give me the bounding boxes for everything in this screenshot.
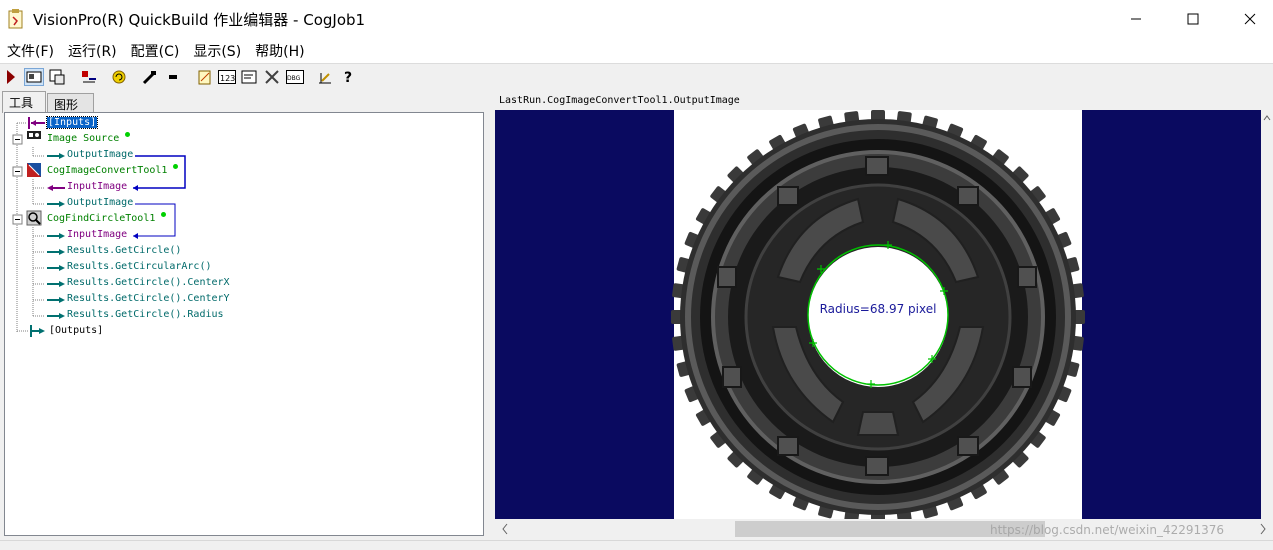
menu-config[interactable]: 配置(C) xyxy=(124,41,187,61)
help-button[interactable]: ? xyxy=(340,68,358,86)
menu-help[interactable]: 帮助(H) xyxy=(248,41,311,61)
display-button[interactable] xyxy=(240,68,258,86)
title-bar: VisionPro(R) QuickBuild 作业编辑器 - CogJob1 xyxy=(0,0,1273,38)
find-circle-status-icon xyxy=(161,212,166,217)
refresh-icon xyxy=(112,70,126,84)
tree-find-circle-input[interactable]: InputImage xyxy=(67,227,127,243)
scroll-right-icon xyxy=(1260,523,1266,535)
result-label: Results.GetCircle().Radius xyxy=(67,309,224,320)
inputs-label: [Inputs] xyxy=(45,116,99,129)
watermark-text: https://blog.csdn.net/weixin_42291376 xyxy=(990,523,1225,537)
add-input-button[interactable] xyxy=(80,68,98,86)
result-label: Results.GetCircle().CenterX xyxy=(67,277,230,288)
menu-file[interactable]: 文件(F) xyxy=(0,41,61,61)
measure-button[interactable] xyxy=(316,68,334,86)
help-icon: ? xyxy=(344,70,352,85)
run-icon xyxy=(7,70,15,84)
image-display[interactable]: Radius=68.97 pixel xyxy=(495,110,1261,519)
maximize-button[interactable] xyxy=(1170,0,1216,38)
number-icon: 123 xyxy=(218,70,236,84)
svg-text:?: ? xyxy=(344,70,352,85)
tree-result-get-circle[interactable]: Results.GetCircle() xyxy=(67,243,181,259)
tree-outputs[interactable]: [Outputs] xyxy=(49,323,103,339)
tree-image-source-output[interactable]: OutputImage xyxy=(67,147,133,163)
convert-tool-icon xyxy=(27,163,41,177)
image-source-icon xyxy=(27,131,41,139)
tree-convert-input[interactable]: InputImage xyxy=(67,179,127,195)
tree-convert-output[interactable]: OutputImage xyxy=(67,195,133,211)
window-title: VisionPro(R) QuickBuild 作业编辑器 - CogJob1 xyxy=(33,11,366,29)
small-tool-icon xyxy=(169,75,177,79)
image-view-header: LastRun.CogImageConvertTool1.OutputImage xyxy=(496,93,1273,109)
tree-result-center-y[interactable]: Results.GetCircle().CenterY xyxy=(67,291,230,307)
maximize-icon xyxy=(1187,13,1199,25)
image-view-icon xyxy=(26,71,42,83)
tree-image-source[interactable]: Image Source xyxy=(47,131,119,147)
tree-result-center-x[interactable]: Results.GetCircle().CenterX xyxy=(67,275,230,291)
minimize-button[interactable] xyxy=(1113,0,1159,38)
run-button[interactable] xyxy=(2,68,20,86)
find-circle-tool-label: CogFindCircleTool1 xyxy=(47,213,156,224)
add-input-icon xyxy=(82,71,96,83)
debug-button[interactable]: DBG xyxy=(286,68,304,86)
tab-graphics[interactable]: 图形 xyxy=(47,93,94,112)
measure-icon xyxy=(319,73,331,84)
close-icon xyxy=(1244,13,1256,25)
menu-view[interactable]: 显示(S) xyxy=(186,41,248,61)
display-icon xyxy=(241,70,257,84)
tree-result-get-circular-arc[interactable]: Results.GetCircularArc() xyxy=(67,259,212,275)
menu-bar: 文件(F) 运行(R) 配置(C) 显示(S) 帮助(H) xyxy=(0,38,1273,63)
convert-tool-label: CogImageConvertTool1 xyxy=(47,165,168,176)
image-source-output-label: OutputImage xyxy=(67,149,134,160)
app-icon xyxy=(8,9,23,29)
tool-button[interactable] xyxy=(140,68,158,86)
edit-button[interactable] xyxy=(196,68,214,86)
tree-find-circle-tool[interactable]: CogFindCircleTool1 xyxy=(47,211,155,227)
tab-tools[interactable]: 工具 xyxy=(2,91,46,113)
svg-text:DBG: DBG xyxy=(287,75,301,82)
circle-overlay: Radius=68.97 pixel xyxy=(807,241,949,388)
convert-output-label: OutputImage xyxy=(67,197,134,208)
tool-tree: [Inputs] Image Source OutputImage CogIma… xyxy=(4,112,484,536)
find-circle-input-label: InputImage xyxy=(67,229,128,240)
number-button[interactable]: 123 xyxy=(217,68,237,86)
save-button[interactable] xyxy=(48,68,66,86)
edit-icon xyxy=(198,70,211,85)
radius-label: Radius=68.97 pixel xyxy=(820,302,937,316)
menu-run[interactable]: 运行(R) xyxy=(61,41,124,61)
tree-inputs[interactable]: [Inputs] xyxy=(45,115,99,131)
convert-tool-status-icon xyxy=(173,164,178,169)
close-button[interactable] xyxy=(1227,0,1273,38)
vertical-scrollbar[interactable] xyxy=(1261,110,1273,519)
scroll-left-icon xyxy=(502,523,508,535)
tree-convert-tool[interactable]: CogImageConvertTool1 xyxy=(47,163,167,179)
find-circle-tool-icon xyxy=(26,210,42,226)
status-bar xyxy=(0,540,1273,550)
save-icon xyxy=(49,69,65,85)
image-source-status-icon xyxy=(125,132,130,137)
result-label: Results.GetCircle().CenterY xyxy=(67,293,230,304)
toolbar: 123 DBG ? xyxy=(0,63,1273,90)
tools-icon xyxy=(265,70,279,84)
debug-icon: DBG xyxy=(286,70,304,84)
outputs-label: [Outputs] xyxy=(49,325,104,336)
image-source-label: Image Source xyxy=(47,133,120,144)
svg-text:123: 123 xyxy=(220,74,235,83)
refresh-button[interactable] xyxy=(110,68,128,86)
small-tool-button[interactable] xyxy=(164,68,182,86)
tool-icon xyxy=(142,71,156,85)
tree-result-radius[interactable]: Results.GetCircle().Radius xyxy=(67,307,224,323)
scroll-up-icon xyxy=(1263,115,1271,121)
tools-button[interactable] xyxy=(263,68,281,86)
result-label: Results.GetCircularArc() xyxy=(67,261,212,272)
result-label: Results.GetCircle() xyxy=(67,245,182,256)
convert-input-label: InputImage xyxy=(67,181,128,192)
image-view-button[interactable] xyxy=(24,68,44,86)
minimize-icon xyxy=(1131,18,1141,20)
